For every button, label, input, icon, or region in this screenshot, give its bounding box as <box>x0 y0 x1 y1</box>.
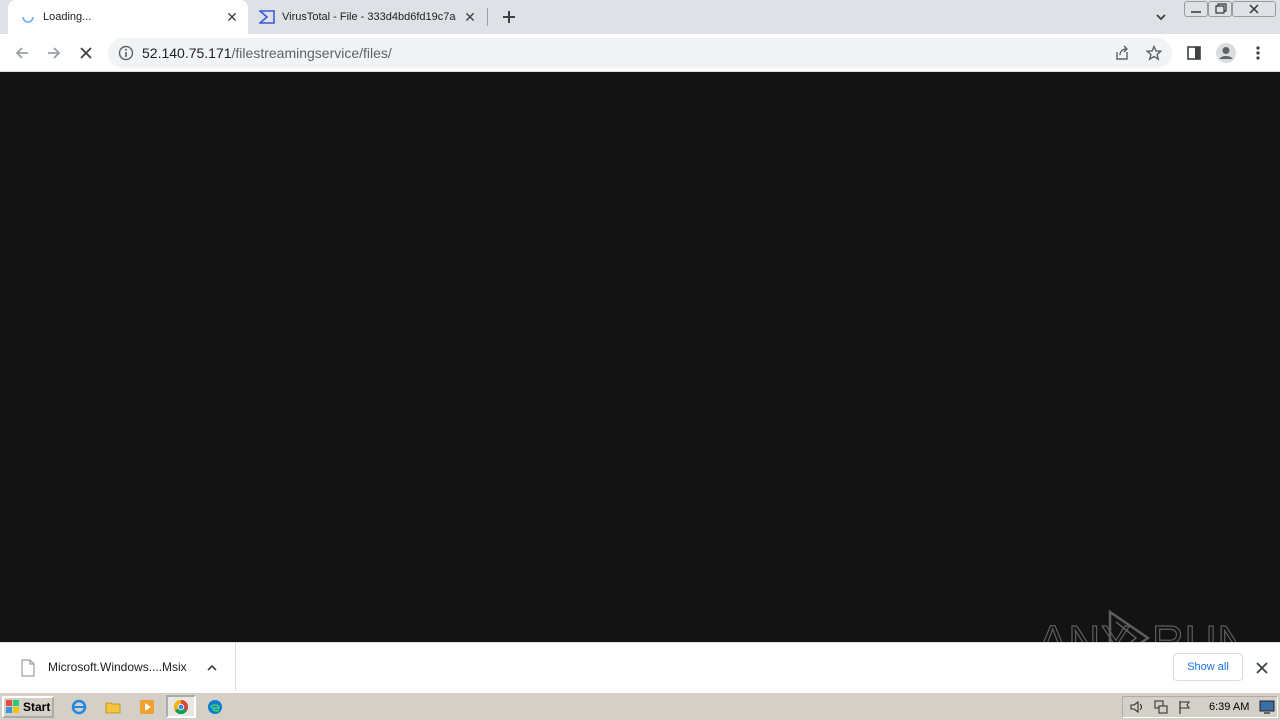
url-path: /filestreamingservice/files/ <box>231 45 392 61</box>
page-content <box>0 72 1280 642</box>
tab-close-icon[interactable]: ✕ <box>224 9 240 25</box>
close-icon <box>1249 4 1259 14</box>
taskbar: Start 6:39 AM <box>0 692 1280 720</box>
side-panel-button[interactable] <box>1180 39 1208 67</box>
loading-spinner-icon <box>21 10 35 24</box>
profile-avatar-icon <box>1216 43 1236 63</box>
back-button[interactable] <box>8 39 36 67</box>
restore-icon <box>1215 3 1227 14</box>
media-player-icon[interactable] <box>139 699 155 715</box>
tab-divider <box>487 8 488 26</box>
url-text: 52.140.75.171/filestreamingservice/files… <box>142 45 392 61</box>
info-icon[interactable] <box>118 45 134 61</box>
chevron-down-icon <box>1156 14 1166 21</box>
more-vert-icon <box>1256 46 1260 60</box>
address-bar[interactable]: 52.140.75.171/filestreamingservice/files… <box>108 38 1172 68</box>
action-center-flag-icon[interactable] <box>1177 699 1193 715</box>
tab-label: VirusTotal - File - 333d4bd6fd19c7a4 <box>282 11 456 23</box>
download-item[interactable]: Microsoft.Windows....Msix <box>0 643 236 691</box>
chrome-icon <box>173 699 188 715</box>
url-host: 52.140.75.171 <box>142 45 232 61</box>
menu-button[interactable] <box>1244 39 1272 67</box>
side-panel-icon <box>1187 46 1201 60</box>
internet-explorer-icon[interactable] <box>71 699 87 715</box>
chrome-taskbar-button[interactable] <box>166 695 196 718</box>
show-all-button[interactable]: Show all <box>1173 653 1243 681</box>
system-tray: 6:39 AM <box>1122 696 1278 718</box>
arrow-left-icon <box>15 47 28 59</box>
file-icon <box>21 659 35 677</box>
tab-loading[interactable]: Loading... ✕ <box>8 0 248 34</box>
tab-strip: Loading... ✕ VirusTotal - File - 333d4bd… <box>0 0 1280 34</box>
network-icon[interactable] <box>1153 699 1169 715</box>
bookmark-star-icon[interactable] <box>1145 44 1163 61</box>
browser-toolbar: 52.140.75.171/filestreamingservice/files… <box>0 34 1280 72</box>
windows-logo-icon <box>6 700 20 714</box>
minimize-button[interactable] <box>1184 1 1208 17</box>
stop-loading-button[interactable] <box>72 39 100 67</box>
start-button[interactable]: Start <box>2 696 54 718</box>
download-file-name: Microsoft.Windows....Msix <box>48 660 187 674</box>
show-desktop-icon[interactable] <box>1259 699 1275 715</box>
clock[interactable]: 6:39 AM <box>1209 701 1249 713</box>
download-shelf: Microsoft.Windows....Msix Show all <box>0 642 1280 692</box>
forward-button[interactable] <box>40 39 68 67</box>
stop-x-icon <box>80 47 92 59</box>
chevron-up-icon[interactable] <box>206 661 218 673</box>
new-tab-button[interactable] <box>495 3 523 31</box>
restore-button[interactable] <box>1208 1 1232 17</box>
file-explorer-icon[interactable] <box>105 699 121 715</box>
profile-button[interactable] <box>1212 39 1240 67</box>
volume-icon[interactable] <box>1129 699 1145 715</box>
tab-virustotal[interactable]: VirusTotal - File - 333d4bd6fd19c7a4 ✕ <box>250 0 486 34</box>
close-window-button[interactable] <box>1232 1 1276 17</box>
tab-search-button[interactable] <box>1147 3 1175 31</box>
close-shelf-icon[interactable] <box>1255 661 1269 675</box>
tab-close-icon[interactable]: ✕ <box>462 9 478 25</box>
minimize-icon <box>1191 11 1201 13</box>
arrow-right-icon <box>48 47 61 59</box>
share-icon[interactable] <box>1114 45 1130 61</box>
plus-icon <box>503 11 515 23</box>
start-label: Start <box>23 700 51 714</box>
edge-icon[interactable] <box>207 699 223 715</box>
tab-label: Loading... <box>43 11 92 23</box>
virustotal-favicon-icon <box>257 9 275 25</box>
